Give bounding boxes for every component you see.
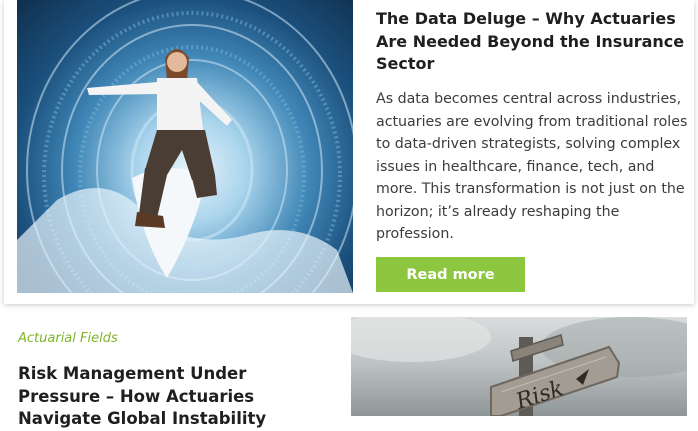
article-title[interactable]: The Data Deluge – Why Actuaries Are Need… bbox=[376, 8, 686, 76]
article-title-2[interactable]: Risk Management Under Pressure – How Act… bbox=[18, 363, 318, 431]
surfer-data-wave-image[interactable] bbox=[17, 0, 353, 293]
read-more-button[interactable]: Read more bbox=[376, 257, 525, 292]
risk-signpost-image[interactable]: Risk bbox=[351, 317, 687, 416]
article-description: As data becomes central across industrie… bbox=[376, 91, 688, 242]
category-label[interactable]: Actuarial Fields bbox=[18, 331, 118, 346]
